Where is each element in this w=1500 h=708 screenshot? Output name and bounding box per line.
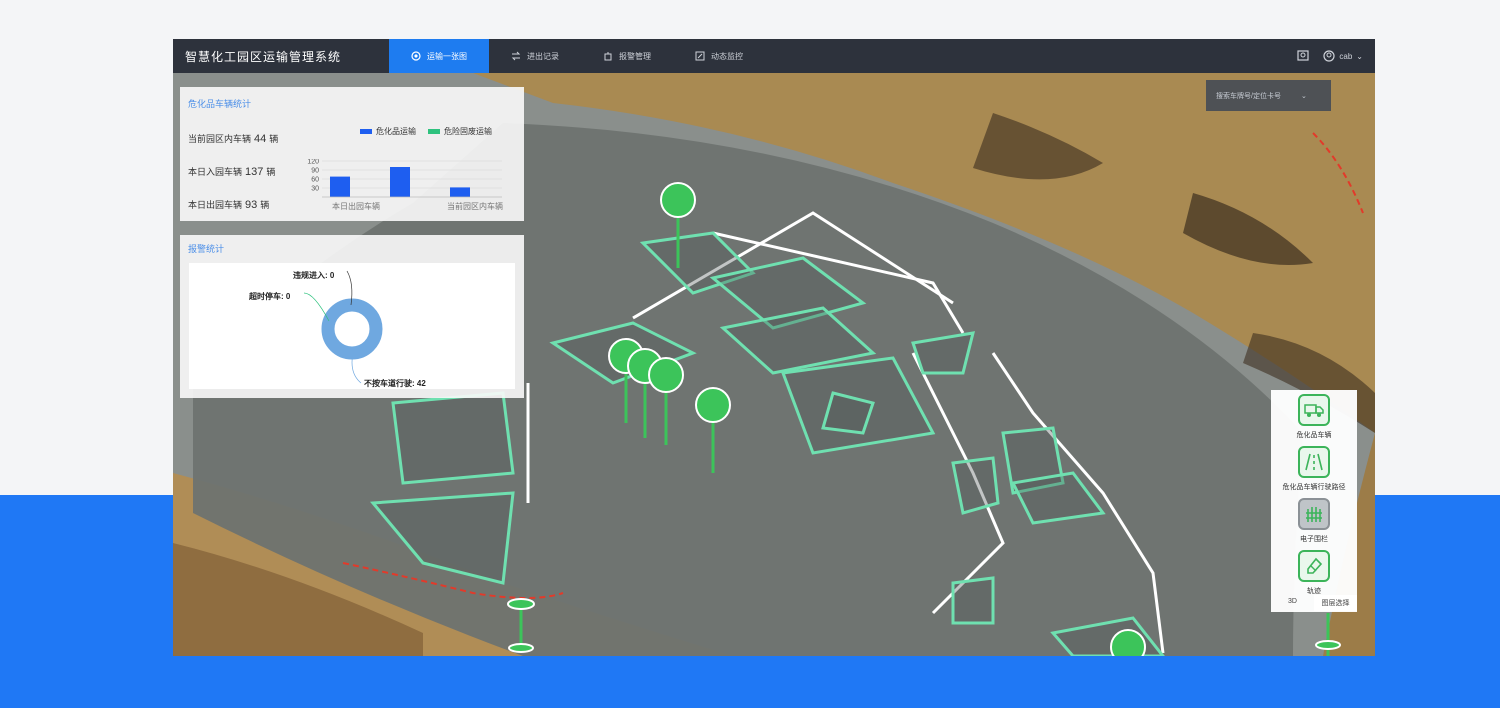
stat-label: 本日出园车辆 <box>188 200 243 210</box>
search-placeholder: 搜索车牌号/定位卡号 <box>1216 92 1281 100</box>
donut-slice-lane-violation[interactable] <box>321 298 383 360</box>
nav-label: 报警管理 <box>619 51 651 61</box>
stat-label: 当前园区内车辆 <box>188 134 252 144</box>
bar-0[interactable] <box>330 176 350 197</box>
user-name: cab <box>1339 51 1353 61</box>
panel-title: 报警统计 <box>188 244 225 254</box>
nav-label: 运输一张图 <box>427 51 467 61</box>
main-nav: 运输一张图 进出记录 报警管理 动态监控 <box>389 39 765 73</box>
vehicle-search-select[interactable]: 搜索车牌号/定位卡号 ⌄ <box>1206 80 1331 111</box>
donut-label-illegal-entry: 违规进入: 0 <box>293 271 335 280</box>
alarm-donut-chart <box>303 270 383 384</box>
legend-item-hazmat[interactable]: 危化品运输 <box>360 126 416 137</box>
stat-today-entered: 本日入园车辆 137 辆 <box>188 165 275 178</box>
stat-current-in-park: 当前园区内车辆 44 辆 <box>188 132 278 145</box>
y-tick-label: 30 <box>311 186 319 193</box>
tool-hazmat-vehicles[interactable]: 危化品车辆 <box>1271 394 1357 440</box>
tool-label: 轨迹 <box>1307 588 1321 595</box>
app-title: 智慧化工园区运输管理系统 <box>185 49 342 64</box>
tool-electronic-fence[interactable]: 电子围栏 <box>1271 498 1357 544</box>
tool-hazmat-route[interactable]: 危化品车辆行驶路径 <box>1271 446 1357 492</box>
bar-1[interactable] <box>390 167 410 197</box>
fence-icon <box>1298 498 1330 530</box>
user-icon <box>1323 50 1335 62</box>
tool-label: 电子围栏 <box>1300 536 1328 543</box>
y-tick-label: 120 <box>307 159 319 166</box>
exchange-icon <box>511 51 521 61</box>
donut-label-overtime-parking: 超时停车: 0 <box>249 292 291 301</box>
stat-value: 93 <box>245 199 258 211</box>
x-category-label: 本日出园车辆 <box>332 201 380 211</box>
vehicle-bar-chart: 120 90 60 30 本日出园车辆 当前园区内车辆 <box>307 159 503 211</box>
bar-2[interactable] <box>450 187 470 197</box>
map-icon <box>411 51 421 61</box>
tool-label: 危化品车辆行驶路径 <box>1282 484 1346 491</box>
mode-3d[interactable]: 3D <box>1271 595 1314 611</box>
map-tools-panel: 危化品车辆 危化品车辆行驶路径 电子围栏 轨迹 3D 图层选择 <box>1271 390 1357 612</box>
top-navigation-bar: 智慧化工园区运输管理系统 运输一张图 进出记录 报警管理 动态监控 cab ⌄ <box>173 39 1375 73</box>
alarm-donut-chart-box: 违规进入: 0 超时停车: 0 不按车道行驶: 42 <box>189 263 515 389</box>
truck-icon <box>1298 394 1330 426</box>
tool-track[interactable]: 轨迹 <box>1271 550 1357 596</box>
user-menu[interactable]: cab ⌄ <box>1323 50 1363 62</box>
stat-today-exited: 本日出园车辆 93 辆 <box>188 198 269 211</box>
alarm-icon <box>604 52 612 61</box>
nav-label: 进出记录 <box>527 51 559 61</box>
stat-unit: 辆 <box>260 200 270 210</box>
stat-value: 44 <box>254 133 267 145</box>
nav-tab-alarm-management[interactable]: 报警管理 <box>581 39 673 73</box>
tool-label: 危化品车辆 <box>1296 432 1332 439</box>
vehicle-stats-panel: 危化品车辆统计 当前园区内车辆 44 辆 本日入园车辆 137 辆 本日出园车辆 93 辆 … <box>180 87 524 221</box>
chevron-down-icon: ⌄ <box>1356 51 1363 61</box>
x-category-label: 当前园区内车辆 <box>447 201 503 211</box>
chart-legend: 危化品运输 危险固废运输 <box>360 126 492 137</box>
y-tick-label: 60 <box>311 177 319 184</box>
stat-label: 本日入园车辆 <box>188 167 243 177</box>
chevron-down-icon: ⌄ <box>1300 92 1307 100</box>
screen-icon[interactable] <box>1297 50 1309 62</box>
nav-tab-transport-map[interactable]: 运输一张图 <box>389 39 489 73</box>
mode-layer-select[interactable]: 图层选择 <box>1314 595 1357 611</box>
panel-title: 危化品车辆统计 <box>188 99 252 109</box>
view-mode-switch: 3D 图层选择 <box>1271 595 1357 611</box>
app-window: 智慧化工园区运输管理系统 运输一张图 进出记录 报警管理 动态监控 cab ⌄ … <box>173 39 1375 656</box>
stat-unit: 辆 <box>266 167 276 177</box>
nav-tab-dynamic-monitoring[interactable]: 动态监控 <box>673 39 765 73</box>
eraser-icon <box>1298 550 1330 582</box>
donut-label-lane-violation: 不按车道行驶: 42 <box>364 379 426 388</box>
nav-tab-entry-exit-records[interactable]: 进出记录 <box>489 39 581 73</box>
monitor-icon <box>695 51 705 61</box>
nav-label: 动态监控 <box>711 51 743 61</box>
header-actions: cab ⌄ <box>1297 50 1375 62</box>
stat-value: 137 <box>245 166 264 178</box>
road-icon <box>1298 446 1330 478</box>
y-tick-label: 90 <box>311 168 319 175</box>
stat-unit: 辆 <box>269 134 279 144</box>
alarm-stats-panel: 报警统计 违规进入: 0 超时停车: 0 不按车道行驶: 42 <box>180 235 524 398</box>
legend-item-hazwaste[interactable]: 危险固废运输 <box>428 126 492 137</box>
